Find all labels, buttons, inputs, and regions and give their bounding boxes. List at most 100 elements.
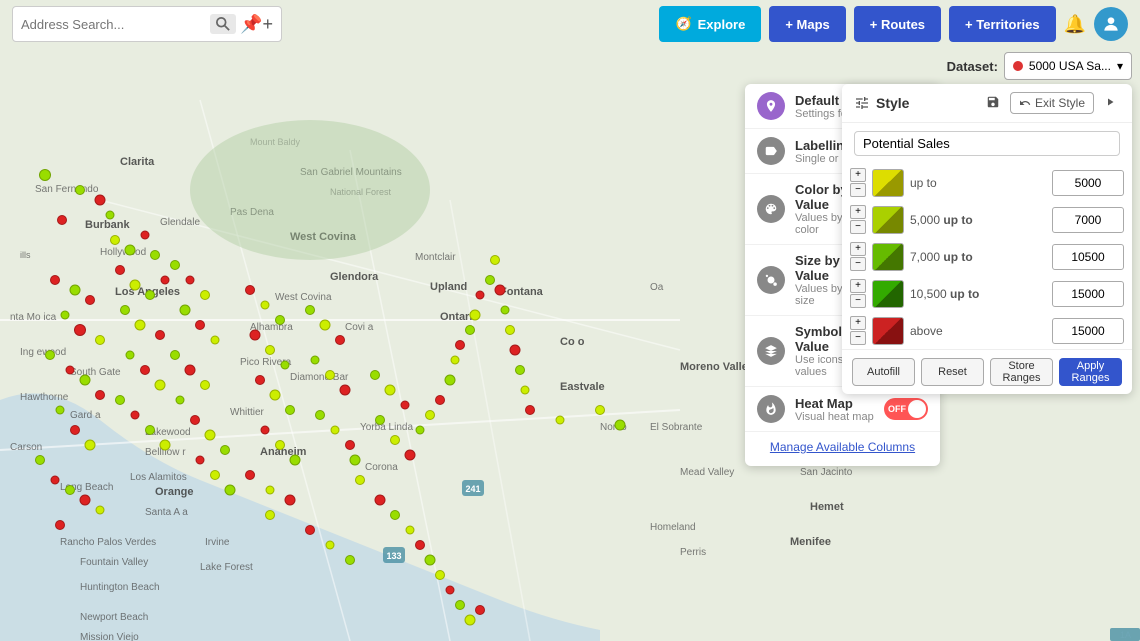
row1-plus-button[interactable]: + <box>850 168 866 182</box>
search-box[interactable]: 📌+ <box>12 6 282 42</box>
dataset-dot <box>1013 61 1023 71</box>
svg-text:Bellflow r: Bellflow r <box>145 447 186 458</box>
reset-button[interactable]: Reset <box>921 358 984 386</box>
save-style-button[interactable] <box>982 92 1004 114</box>
style-row-4: + − 10,500 up to <box>842 275 1132 312</box>
row3-value-input[interactable] <box>1052 244 1124 270</box>
search-button[interactable] <box>210 14 236 34</box>
routes-button[interactable]: + Routes <box>854 6 941 42</box>
nav-buttons: 🧭 Explore + Maps + Routes + Territories … <box>659 6 1128 42</box>
row1-value-input[interactable] <box>1052 170 1124 196</box>
svg-text:ills: ills <box>20 250 31 260</box>
exit-style-button[interactable]: Exit Style <box>1010 92 1094 114</box>
style-dropdown[interactable]: Potential Sales <box>854 131 1120 156</box>
dataset-select[interactable]: 5000 USA Sa... ▾ <box>1004 52 1132 80</box>
row3-up-to-label: 7,000 up to <box>910 250 1046 264</box>
style-header-icons: Exit Style <box>982 92 1120 114</box>
row2-plus-button[interactable]: + <box>850 205 866 219</box>
heat-map-title: Heat Map <box>795 396 874 411</box>
svg-text:Los Angeles: Los Angeles <box>115 286 180 298</box>
row2-value-input[interactable] <box>1052 207 1124 233</box>
label-icon <box>757 137 785 165</box>
svg-text:Yorba Linda: Yorba Linda <box>360 422 413 433</box>
manage-columns-link[interactable]: Manage Available Columns <box>745 432 940 458</box>
svg-text:Long Beach: Long Beach <box>60 482 113 493</box>
svg-text:Norco: Norco <box>600 422 627 433</box>
apply-ranges-button[interactable]: Apply Ranges <box>1059 358 1122 386</box>
top-bar: 📌+ 🧭 Explore + Maps + Routes + Territori… <box>0 0 1140 48</box>
svg-text:Covi a: Covi a <box>345 322 374 333</box>
svg-text:Burbank: Burbank <box>85 219 131 231</box>
row2-plus-minus: + − <box>850 205 866 234</box>
collapse-panel-button[interactable] <box>1100 92 1120 114</box>
maps-button[interactable]: + Maps <box>769 6 845 42</box>
row3-color-swatch[interactable] <box>872 243 904 271</box>
svg-text:Upland: Upland <box>430 281 467 293</box>
row5-value-input[interactable] <box>1052 318 1124 344</box>
svg-text:133: 133 <box>386 551 401 561</box>
heat-map-toggle[interactable]: OFF <box>884 398 928 420</box>
row4-color-swatch[interactable] <box>872 280 904 308</box>
style-row-2: + − 5,000 up to <box>842 201 1132 238</box>
svg-text:Carson: Carson <box>10 442 42 453</box>
svg-text:Los Alamitos: Los Alamitos <box>130 472 187 483</box>
territories-button[interactable]: + Territories <box>949 6 1056 42</box>
svg-text:Rancho Palos Verdes: Rancho Palos Verdes <box>60 537 156 548</box>
svg-text:Huntington Beach: Huntington Beach <box>80 582 160 593</box>
row5-plus-button[interactable]: + <box>850 316 866 330</box>
dataset-value: 5000 USA Sa... <box>1029 59 1111 73</box>
row5-above-label: above <box>910 324 1046 338</box>
svg-text:Lake Forest: Lake Forest <box>200 562 253 573</box>
sliders-icon <box>854 95 870 111</box>
row1-minus-button[interactable]: − <box>850 183 866 197</box>
row4-value-input[interactable] <box>1052 281 1124 307</box>
svg-text:Glendora: Glendora <box>330 271 379 283</box>
user-avatar[interactable] <box>1094 7 1128 41</box>
row2-minus-button[interactable]: − <box>850 220 866 234</box>
row1-color-swatch[interactable] <box>872 169 904 197</box>
row4-plus-button[interactable]: + <box>850 279 866 293</box>
svg-text:Mead Valley: Mead Valley <box>680 467 734 478</box>
search-input[interactable] <box>21 17 206 32</box>
heat-map-toggle-knob <box>908 400 926 418</box>
row2-up-to-label: 5,000 up to <box>910 213 1046 227</box>
svg-text:Hollywood: Hollywood <box>100 247 146 258</box>
row4-minus-button[interactable]: − <box>850 294 866 308</box>
dataset-chevron-icon: ▾ <box>1117 59 1123 73</box>
row1-up-to-label: up to <box>910 176 1046 190</box>
row2-color-swatch[interactable] <box>872 206 904 234</box>
svg-text:Glendale: Glendale <box>160 217 200 228</box>
autofill-button[interactable]: Autofill <box>852 358 915 386</box>
style-row-3: + − 7,000 up to <box>842 238 1132 275</box>
svg-text:Whittier: Whittier <box>230 407 265 418</box>
row5-plus-minus: + − <box>850 316 866 345</box>
explore-button[interactable]: 🧭 Explore <box>659 6 761 42</box>
notifications-button[interactable]: 🔔 <box>1064 14 1086 35</box>
heat-map-text: Heat Map Visual heat map <box>795 396 874 423</box>
svg-text:241: 241 <box>465 484 480 494</box>
store-ranges-button[interactable]: Store Ranges <box>990 358 1053 386</box>
symbol-icon <box>757 337 785 365</box>
svg-text:Anaheim: Anaheim <box>260 446 307 458</box>
svg-text:Perris: Perris <box>680 547 706 558</box>
style-dropdown-row: Potential Sales <box>842 123 1132 164</box>
svg-text:nta Mo ica: nta Mo ica <box>10 312 57 323</box>
row4-plus-minus: + − <box>850 279 866 308</box>
row3-minus-button[interactable]: − <box>850 257 866 271</box>
row3-plus-button[interactable]: + <box>850 242 866 256</box>
location-add-icon[interactable]: 📌+ <box>240 14 273 35</box>
row5-minus-button[interactable]: − <box>850 331 866 345</box>
row3-plus-minus: + − <box>850 242 866 271</box>
svg-text:South Gate: South Gate <box>70 367 121 378</box>
svg-text:Oa: Oa <box>650 282 664 293</box>
svg-text:Corona: Corona <box>365 462 398 473</box>
row5-color-swatch[interactable] <box>872 317 904 345</box>
svg-text:Moreno Valley: Moreno Valley <box>680 361 755 373</box>
style-panel: Style Exit Style Potential Sales + − up … <box>842 84 1132 394</box>
svg-text:El Sobrante: El Sobrante <box>650 422 703 433</box>
heat-map-subtitle: Visual heat map <box>795 411 874 423</box>
svg-text:Mission Viejo: Mission Viejo <box>80 632 139 641</box>
svg-text:Pico Rivera: Pico Rivera <box>240 357 292 368</box>
heat-icon <box>757 395 785 423</box>
row1-plus-minus: + − <box>850 168 866 197</box>
